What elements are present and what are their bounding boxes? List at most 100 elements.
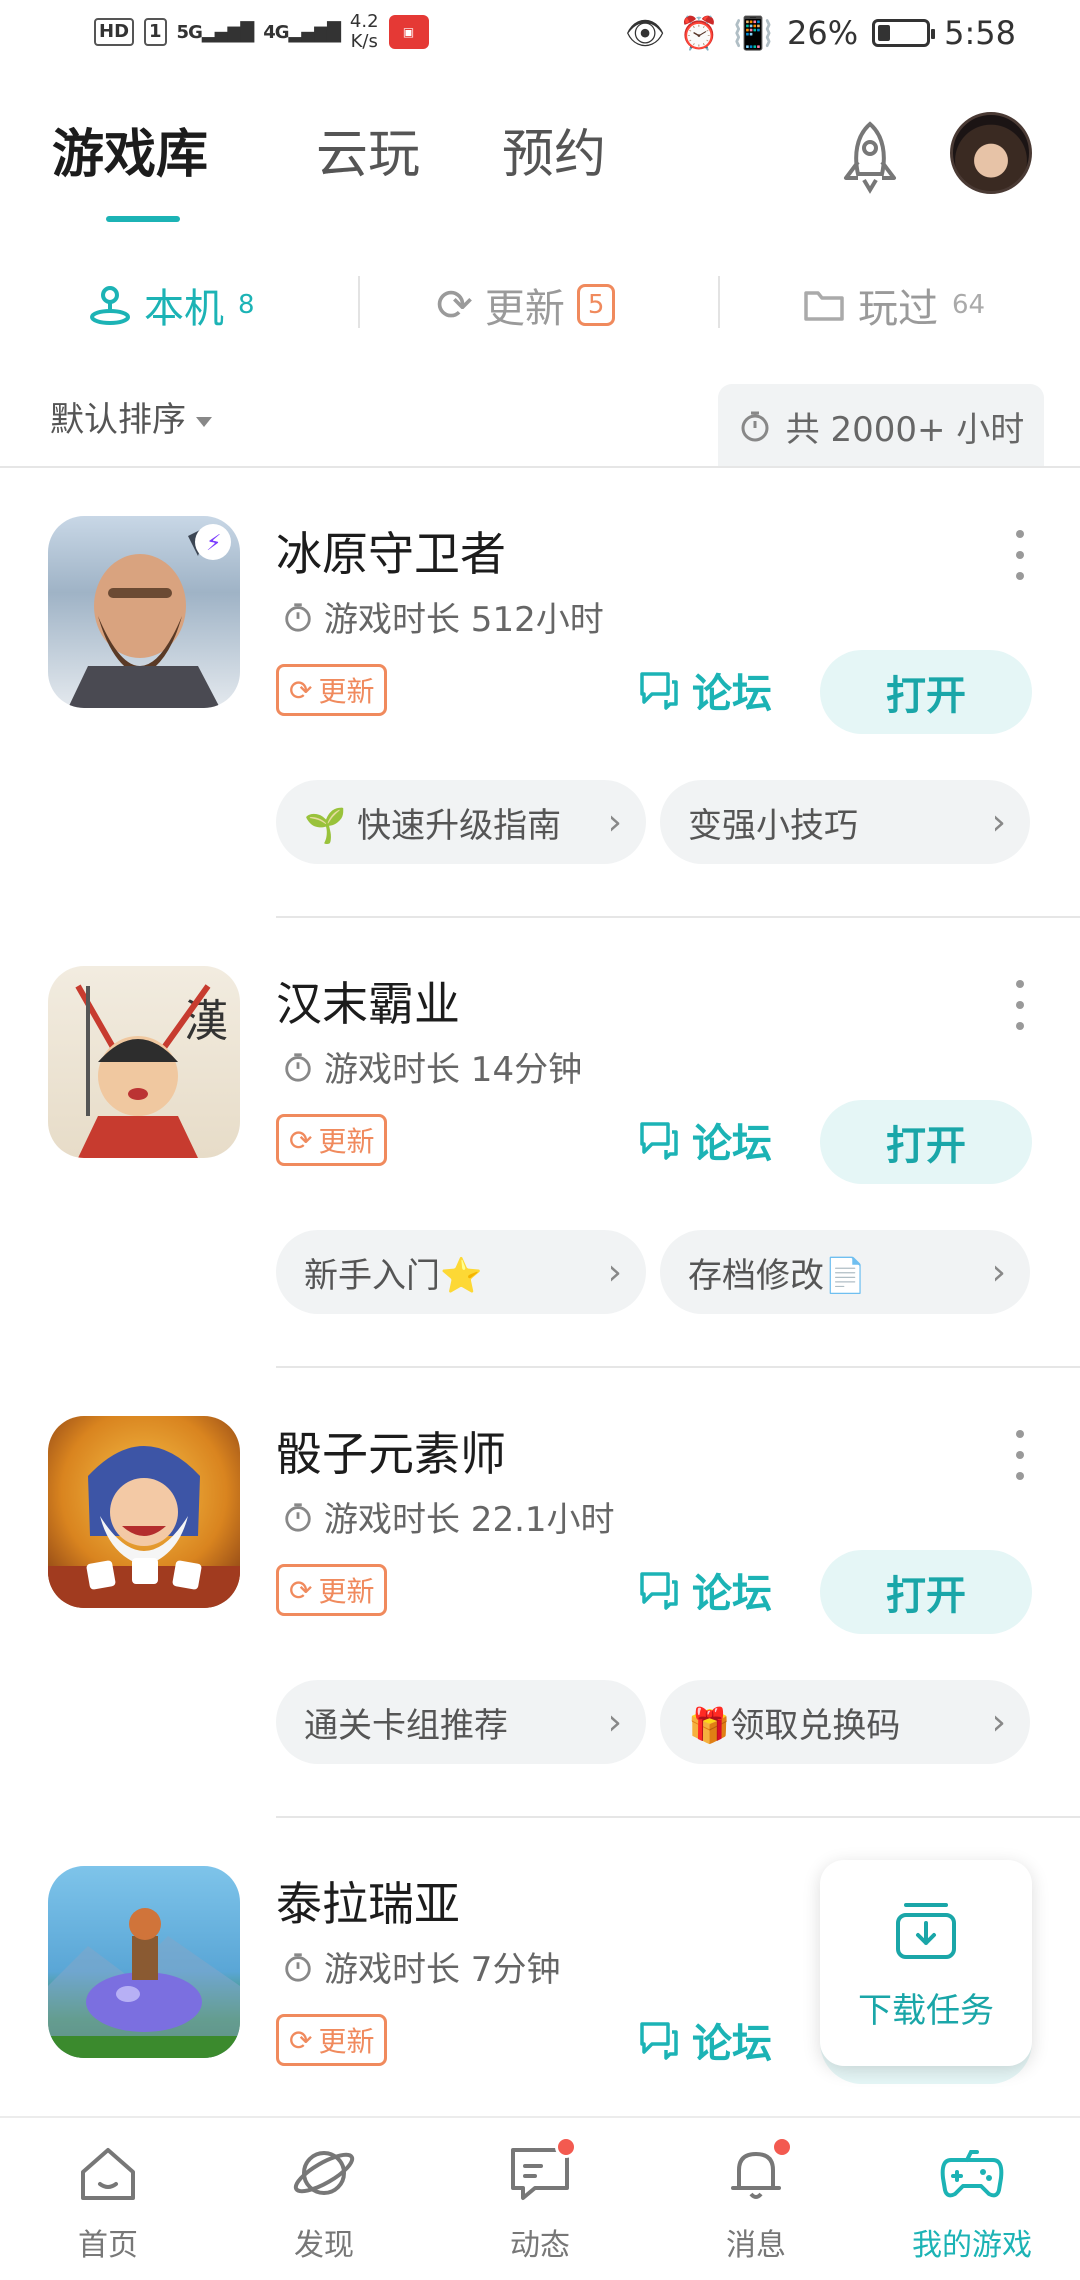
nav-my-games-label: 我的游戏	[912, 2228, 1032, 2263]
eye-icon: 👁	[624, 14, 666, 52]
chat-icon	[640, 2022, 678, 2060]
segment-local-count: 8	[238, 290, 255, 320]
game-icon[interactable]	[48, 1416, 240, 1608]
guide-link-label: 🌱 快速升级指南	[304, 805, 562, 846]
guide-link[interactable]: 新手入门⭐ ›	[276, 1230, 646, 1314]
more-options-icon[interactable]	[1010, 530, 1030, 580]
game-icon[interactable]: ⚡	[48, 516, 240, 708]
more-options-icon[interactable]	[1010, 1430, 1030, 1480]
active-tab-indicator	[106, 216, 180, 222]
nav-discover-label: 发现	[294, 2228, 354, 2263]
download-task-label: 下载任务	[858, 1990, 994, 2031]
sort-dropdown[interactable]: 默认排序	[50, 392, 212, 441]
guide-link[interactable]: 🌱 快速升级指南 ›	[276, 780, 646, 864]
refresh-icon: ⟳	[289, 1573, 313, 1607]
update-badge[interactable]: ⟳ 更新	[276, 2014, 388, 2066]
update-badge-label: 更新	[318, 1575, 375, 1608]
chevron-right-icon: ›	[991, 1251, 1006, 1293]
notification-dot	[555, 2136, 577, 2158]
game-playtime: 游戏时长 22.1小时	[282, 1492, 615, 1541]
guide-link[interactable]: 变强小技巧 ›	[660, 780, 1030, 864]
hd-indicator: HD	[94, 18, 135, 46]
home-icon	[73, 2138, 143, 2208]
update-badge-label: 更新	[318, 2025, 375, 2058]
segment-played-count: 64	[952, 290, 986, 320]
open-button[interactable]: 打开	[820, 1550, 1032, 1634]
game-card: ⚡ 冰原守卫者 游戏时长 512小时 ⟳ 更新 论坛 打开 🌱 快速升级指南 › 变…	[0, 468, 1080, 918]
timer-icon	[741, 411, 769, 442]
game-title[interactable]: 泰拉瑞亚	[276, 1868, 460, 1934]
game-playtime-text: 游戏时长 512小时	[324, 600, 604, 640]
tab-reservation[interactable]: 预约	[502, 120, 606, 190]
game-art-slime-rider	[48, 1908, 240, 2058]
status-right: 👁 ⏰ 📳 26% 5:58	[625, 14, 1016, 52]
forum-button[interactable]: 论坛	[638, 658, 772, 722]
net-speed-unit: K/s	[350, 31, 378, 52]
update-badge[interactable]: ⟳ 更新	[276, 1564, 388, 1616]
refresh-icon: ⟳	[289, 673, 313, 707]
segment-played[interactable]: 玩过 64	[802, 270, 985, 340]
guide-link-label: 变强小技巧	[688, 805, 858, 846]
chat-icon	[640, 1572, 678, 1610]
svg-text:⚡: ⚡	[206, 531, 221, 556]
segment-update[interactable]: ⟳ 更新 5	[436, 270, 616, 340]
segment-local-label: 本机	[144, 286, 224, 332]
nav-activity[interactable]: 动态	[450, 2130, 630, 2280]
tab-cloud-play[interactable]: 云玩	[316, 120, 420, 190]
segment-played-label: 玩过	[858, 286, 938, 332]
game-title[interactable]: 冰原守卫者	[276, 518, 506, 584]
timer-icon	[285, 602, 311, 632]
nav-messages[interactable]: 消息	[666, 2130, 846, 2280]
download-task-button[interactable]: 下载任务	[820, 1860, 1032, 2066]
gamepad-icon	[937, 2138, 1007, 2208]
guide-link-label: 通关卡组推荐	[304, 1705, 508, 1746]
update-badge-label: 更新	[318, 675, 375, 708]
signal-5g-icon: 5G▂▄▆█	[176, 21, 255, 43]
game-art-general: 漢	[75, 984, 228, 1158]
user-avatar[interactable]	[950, 112, 1032, 194]
more-options-icon[interactable]	[1010, 980, 1030, 1030]
update-badge[interactable]: ⟳ 更新	[276, 1114, 388, 1166]
refresh-icon: ⟳	[289, 1123, 313, 1157]
game-title[interactable]: 骰子元素师	[276, 1418, 506, 1484]
nav-my-games[interactable]: 我的游戏	[882, 2130, 1062, 2280]
forum-button-label: 论坛	[692, 671, 772, 717]
forum-button[interactable]: 论坛	[638, 1108, 772, 1172]
guide-link[interactable]: 通关卡组推荐 ›	[276, 1680, 646, 1764]
guide-link[interactable]: 存档修改📄 ›	[660, 1230, 1030, 1314]
timer-icon	[285, 1502, 311, 1532]
svg-text:漢: 漢	[184, 996, 228, 1047]
clock: 5:58	[944, 14, 1016, 52]
game-playtime: 游戏时长 7分钟	[282, 1942, 560, 1991]
open-button[interactable]: 打开	[820, 1100, 1032, 1184]
guide-link-label: 存档修改📄	[688, 1255, 867, 1296]
total-playtime-text: 共 2000+ 小时	[785, 409, 1025, 450]
download-tray-icon	[896, 1902, 956, 1959]
chevron-right-icon: ›	[991, 1701, 1006, 1743]
nav-discover[interactable]: 发现	[234, 2130, 414, 2280]
rocket-button[interactable]	[832, 118, 908, 198]
status-left: HD 1 5G▂▄▆█ 4G▂▄▆█ 4.2 K/s ▣	[94, 12, 429, 52]
chevron-right-icon: ›	[991, 801, 1006, 843]
sim-indicator: 1	[144, 18, 167, 46]
net-speed-value: 4.2	[349, 11, 379, 32]
sort-label: 默认排序	[50, 400, 186, 440]
game-icon[interactable]: 漢	[48, 966, 240, 1158]
alarm-icon: ⏰	[679, 14, 720, 52]
segment-divider	[718, 276, 720, 328]
segment-local[interactable]: 本机 8	[88, 270, 255, 340]
segment-divider	[358, 276, 360, 328]
guide-link[interactable]: 🎁领取兑换码 ›	[660, 1680, 1030, 1764]
update-badge[interactable]: ⟳ 更新	[276, 664, 388, 716]
tab-game-library[interactable]: 游戏库	[52, 120, 208, 190]
forum-button-label: 论坛	[692, 2021, 772, 2067]
open-button[interactable]: 打开	[820, 650, 1032, 734]
forum-button[interactable]: 论坛	[638, 2008, 772, 2072]
forum-button[interactable]: 论坛	[638, 1558, 772, 1622]
joystick-icon	[90, 286, 130, 325]
nav-home[interactable]: 首页	[18, 2130, 198, 2280]
game-icon[interactable]	[48, 1866, 240, 2058]
game-playtime: 游戏时长 14分钟	[282, 1042, 582, 1091]
rocket-icon	[844, 121, 896, 194]
game-title[interactable]: 汉末霸业	[276, 968, 460, 1034]
